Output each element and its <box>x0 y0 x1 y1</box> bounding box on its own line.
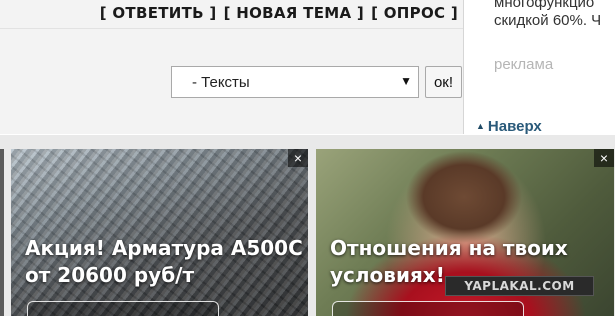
ad-cta-button[interactable] <box>332 301 524 316</box>
sidebar-ad-line: скидкой 60%. Ч <box>494 12 602 29</box>
back-to-top-label: Наверх <box>487 118 542 135</box>
section-select[interactable]: - Тексты ▼ <box>171 66 419 98</box>
ad-title-line: Отношения на твоих <box>330 236 568 260</box>
topic-actions: [ ОТВЕТИТЬ ] [ НОВАЯ ТЕМА ] [ ОПРОС ] <box>96 4 458 26</box>
reply-button[interactable]: [ ОТВЕТИТЬ ] <box>100 4 217 26</box>
dropdown-arrow-icon: ▼ <box>400 74 412 88</box>
previous-ad-edge <box>0 149 4 316</box>
poll-button[interactable]: [ ОПРОС ] <box>371 4 458 26</box>
sidebar-ad-line: многофункцио <box>494 0 595 11</box>
section-select-value: - Тексты <box>192 74 250 91</box>
ad-cta-button[interactable] <box>27 301 219 316</box>
advertising-label: реклама <box>494 56 554 73</box>
back-to-top-link[interactable]: ▲ Наверх <box>476 118 542 135</box>
ok-button[interactable]: ок! <box>425 66 462 98</box>
ad-card-rebar[interactable]: × Акция! Арматура А500С от 20600 руб/т <box>11 149 308 316</box>
ad-title-line: от 20600 руб/т <box>25 263 195 287</box>
sidebar-ad-text[interactable]: многофункцио скидкой 60%. Ч <box>494 0 615 30</box>
close-icon[interactable]: × <box>594 149 614 167</box>
up-triangle-icon: ▲ <box>476 121 485 131</box>
new-topic-button[interactable]: [ НОВАЯ ТЕМА ] <box>224 4 365 26</box>
forum-actions-panel: [ ОТВЕТИТЬ ] [ НОВАЯ ТЕМА ] [ ОПРОС ] - … <box>0 0 464 134</box>
ad-title: Акция! Арматура А500С от 20600 руб/т <box>25 235 303 289</box>
ad-title-line: Акция! Арматура А500С <box>25 236 303 260</box>
close-icon[interactable]: × <box>288 149 308 167</box>
site-watermark: YAPLAKAL.COM <box>445 276 594 296</box>
